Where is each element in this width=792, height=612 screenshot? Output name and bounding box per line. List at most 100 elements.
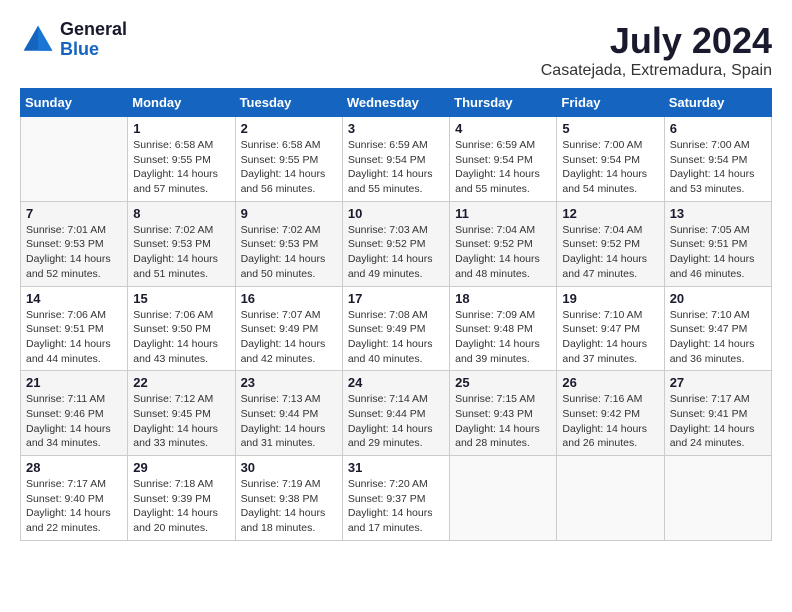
day-number: 5 (562, 121, 658, 136)
day-number: 23 (241, 375, 337, 390)
calendar-cell: 21Sunrise: 7:11 AM Sunset: 9:46 PM Dayli… (21, 371, 128, 456)
cell-content: Sunrise: 7:00 AM Sunset: 9:54 PM Dayligh… (562, 138, 658, 197)
logo-general: General (60, 19, 127, 39)
cell-content: Sunrise: 7:04 AM Sunset: 9:52 PM Dayligh… (455, 223, 551, 282)
day-number: 18 (455, 291, 551, 306)
cell-content: Sunrise: 7:09 AM Sunset: 9:48 PM Dayligh… (455, 308, 551, 367)
logo-text: General Blue (60, 20, 127, 60)
calendar-week-row: 21Sunrise: 7:11 AM Sunset: 9:46 PM Dayli… (21, 371, 772, 456)
day-number: 24 (348, 375, 444, 390)
calendar-cell: 6 Sunrise: 7:00 AM Sunset: 9:54 PM Daylig… (664, 117, 771, 202)
page-header: General Blue July 2024 Casatejada, Extre… (20, 20, 772, 80)
day-number: 31 (348, 460, 444, 475)
cell-content: Sunrise: 7:02 AM Sunset: 9:53 PM Dayligh… (133, 223, 229, 282)
calendar-cell: 11 Sunrise: 7:04 AM Sunset: 9:52 PM Dayli… (450, 201, 557, 286)
weekday-header: Friday (557, 89, 664, 117)
calendar-cell (21, 117, 128, 202)
cell-content: Sunrise: 6:58 AM Sunset: 9:55 PM Dayligh… (241, 138, 337, 197)
calendar-cell: 23 Sunrise: 7:13 AM Sunset: 9:44 PM Dayli… (235, 371, 342, 456)
title-block: July 2024 Casatejada, Extremadura, Spain (541, 20, 772, 80)
calendar-cell: 1 Sunrise: 6:58 AM Sunset: 9:55 PM Daylig… (128, 117, 235, 202)
calendar-cell: 3Sunrise: 6:59 AM Sunset: 9:54 PM Daylig… (342, 117, 449, 202)
day-number: 26 (562, 375, 658, 390)
calendar-cell: 19 Sunrise: 7:10 AM Sunset: 9:47 PM Dayli… (557, 286, 664, 371)
weekday-header-row: SundayMondayTuesdayWednesdayThursdayFrid… (21, 89, 772, 117)
calendar-cell: 31 Sunrise: 7:20 AM Sunset: 9:37 PM Dayli… (342, 456, 449, 541)
day-number: 12 (562, 206, 658, 221)
cell-content: Sunrise: 7:07 AM Sunset: 9:49 PM Dayligh… (241, 308, 337, 367)
cell-content: Sunrise: 7:17 AM Sunset: 9:41 PM Dayligh… (670, 392, 766, 451)
weekday-header: Wednesday (342, 89, 449, 117)
cell-content: Sunrise: 7:20 AM Sunset: 9:37 PM Dayligh… (348, 477, 444, 536)
day-number: 6 (670, 121, 766, 136)
cell-content: Sunrise: 7:17 AM Sunset: 9:40 PM Dayligh… (26, 477, 122, 536)
day-number: 7 (26, 206, 122, 221)
calendar-cell: 29 Sunrise: 7:18 AM Sunset: 9:39 PM Dayli… (128, 456, 235, 541)
calendar-cell: 28Sunrise: 7:17 AM Sunset: 9:40 PM Dayli… (21, 456, 128, 541)
cell-content: Sunrise: 7:05 AM Sunset: 9:51 PM Dayligh… (670, 223, 766, 282)
calendar-cell: 18 Sunrise: 7:09 AM Sunset: 9:48 PM Dayli… (450, 286, 557, 371)
calendar-cell: 20Sunrise: 7:10 AM Sunset: 9:47 PM Dayli… (664, 286, 771, 371)
day-number: 14 (26, 291, 122, 306)
cell-content: Sunrise: 7:00 AM Sunset: 9:54 PM Dayligh… (670, 138, 766, 197)
logo-icon (20, 22, 56, 58)
day-number: 20 (670, 291, 766, 306)
day-number: 29 (133, 460, 229, 475)
cell-content: Sunrise: 7:01 AM Sunset: 9:53 PM Dayligh… (26, 223, 122, 282)
calendar-week-row: 14 Sunrise: 7:06 AM Sunset: 9:51 PM Dayli… (21, 286, 772, 371)
weekday-header: Saturday (664, 89, 771, 117)
logo-blue: Blue (60, 39, 99, 59)
cell-content: Sunrise: 7:19 AM Sunset: 9:38 PM Dayligh… (241, 477, 337, 536)
day-number: 10 (348, 206, 444, 221)
calendar-cell: 2Sunrise: 6:58 AM Sunset: 9:55 PM Daylig… (235, 117, 342, 202)
cell-content: Sunrise: 7:10 AM Sunset: 9:47 PM Dayligh… (562, 308, 658, 367)
cell-content: Sunrise: 7:16 AM Sunset: 9:42 PM Dayligh… (562, 392, 658, 451)
day-number: 16 (241, 291, 337, 306)
day-number: 30 (241, 460, 337, 475)
calendar-cell: 27 Sunrise: 7:17 AM Sunset: 9:41 PM Dayli… (664, 371, 771, 456)
calendar-cell: 5 Sunrise: 7:00 AM Sunset: 9:54 PM Daylig… (557, 117, 664, 202)
calendar-cell: 26 Sunrise: 7:16 AM Sunset: 9:42 PM Dayli… (557, 371, 664, 456)
location: Casatejada, Extremadura, Spain (541, 62, 772, 80)
day-number: 15 (133, 291, 229, 306)
calendar-cell: 9 Sunrise: 7:02 AM Sunset: 9:53 PM Daylig… (235, 201, 342, 286)
calendar-cell: 12Sunrise: 7:04 AM Sunset: 9:52 PM Dayli… (557, 201, 664, 286)
calendar-week-row: 28Sunrise: 7:17 AM Sunset: 9:40 PM Dayli… (21, 456, 772, 541)
day-number: 8 (133, 206, 229, 221)
calendar-cell: 25Sunrise: 7:15 AM Sunset: 9:43 PM Dayli… (450, 371, 557, 456)
cell-content: Sunrise: 7:06 AM Sunset: 9:50 PM Dayligh… (133, 308, 229, 367)
day-number: 11 (455, 206, 551, 221)
calendar-cell: 4 Sunrise: 6:59 AM Sunset: 9:54 PM Daylig… (450, 117, 557, 202)
calendar-cell: 16 Sunrise: 7:07 AM Sunset: 9:49 PM Dayli… (235, 286, 342, 371)
calendar-cell: 30 Sunrise: 7:19 AM Sunset: 9:38 PM Dayli… (235, 456, 342, 541)
calendar-cell: 8 Sunrise: 7:02 AM Sunset: 9:53 PM Daylig… (128, 201, 235, 286)
cell-content: Sunrise: 7:02 AM Sunset: 9:53 PM Dayligh… (241, 223, 337, 282)
cell-content: Sunrise: 7:06 AM Sunset: 9:51 PM Dayligh… (26, 308, 122, 367)
calendar-cell: 10Sunrise: 7:03 AM Sunset: 9:52 PM Dayli… (342, 201, 449, 286)
cell-content: Sunrise: 6:59 AM Sunset: 9:54 PM Dayligh… (455, 138, 551, 197)
cell-content: Sunrise: 7:18 AM Sunset: 9:39 PM Dayligh… (133, 477, 229, 536)
calendar-cell: 22Sunrise: 7:12 AM Sunset: 9:45 PM Dayli… (128, 371, 235, 456)
calendar-table: SundayMondayTuesdayWednesdayThursdayFrid… (20, 88, 772, 541)
calendar-cell (664, 456, 771, 541)
calendar-week-row: 1 Sunrise: 6:58 AM Sunset: 9:55 PM Daylig… (21, 117, 772, 202)
day-number: 1 (133, 121, 229, 136)
calendar-cell: 24Sunrise: 7:14 AM Sunset: 9:44 PM Dayli… (342, 371, 449, 456)
cell-content: Sunrise: 7:13 AM Sunset: 9:44 PM Dayligh… (241, 392, 337, 451)
month-year: July 2024 (541, 20, 772, 62)
calendar-week-row: 7 Sunrise: 7:01 AM Sunset: 9:53 PM Daylig… (21, 201, 772, 286)
day-number: 19 (562, 291, 658, 306)
day-number: 25 (455, 375, 551, 390)
calendar-cell: 17Sunrise: 7:08 AM Sunset: 9:49 PM Dayli… (342, 286, 449, 371)
weekday-header: Monday (128, 89, 235, 117)
weekday-header: Tuesday (235, 89, 342, 117)
calendar-cell: 15 Sunrise: 7:06 AM Sunset: 9:50 PM Dayli… (128, 286, 235, 371)
day-number: 4 (455, 121, 551, 136)
day-number: 27 (670, 375, 766, 390)
cell-content: Sunrise: 7:08 AM Sunset: 9:49 PM Dayligh… (348, 308, 444, 367)
day-number: 22 (133, 375, 229, 390)
day-number: 9 (241, 206, 337, 221)
cell-content: Sunrise: 6:58 AM Sunset: 9:55 PM Dayligh… (133, 138, 229, 197)
calendar-cell: 13Sunrise: 7:05 AM Sunset: 9:51 PM Dayli… (664, 201, 771, 286)
calendar-cell: 14 Sunrise: 7:06 AM Sunset: 9:51 PM Dayli… (21, 286, 128, 371)
